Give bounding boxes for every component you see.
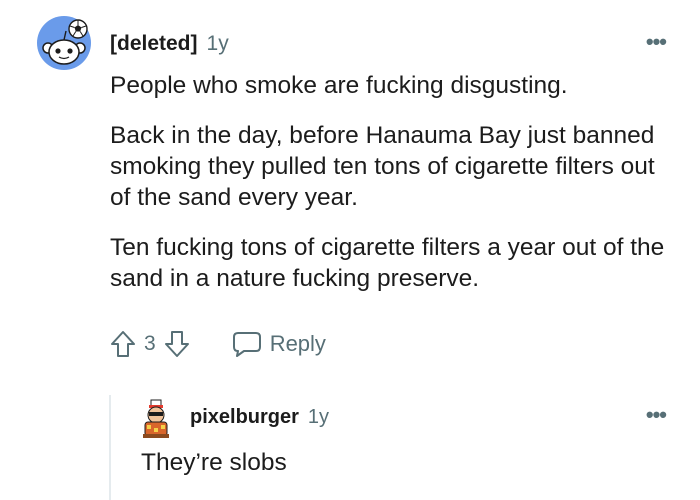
comment-username[interactable]: [deleted]: [110, 32, 198, 56]
reply-meta: pixelburger 1y: [190, 404, 329, 430]
downvote-button[interactable]: [162, 327, 192, 361]
comment-paragraph: Back in the day, before Hanauma Bay just…: [110, 122, 655, 211]
comment-thread: [deleted] 1y ••• People who smoke are fu…: [0, 0, 700, 500]
reply-button[interactable]: Reply: [232, 330, 326, 358]
vote-count: 3: [144, 332, 156, 355]
comment-actions: 3 Reply: [108, 326, 326, 362]
downvote-arrow-icon: [164, 331, 189, 357]
comment-timestamp[interactable]: 1y: [207, 32, 229, 56]
comment-paragraph: People who smoke are fucking disgusting.: [110, 72, 568, 99]
reply-timestamp[interactable]: 1y: [308, 406, 329, 429]
user-avatar[interactable]: [36, 15, 92, 71]
comment-more-options-button[interactable]: •••: [646, 31, 667, 53]
snoo-avatar-icon: [37, 16, 91, 70]
comment-paragraph: Ten fucking tons of cigarette filters a …: [110, 234, 665, 292]
pixel-avatar-icon: [143, 399, 169, 438]
upvote-button[interactable]: [108, 327, 138, 361]
reply-username[interactable]: pixelburger: [190, 406, 299, 429]
comment-meta: [deleted] 1y: [110, 30, 229, 58]
reply-more-options-button[interactable]: •••: [646, 404, 667, 426]
speech-bubble-icon: [232, 332, 261, 357]
thread-line[interactable]: [109, 395, 111, 500]
comment-body: People who smoke are fucking disgusting.…: [110, 70, 670, 313]
reply-user-avatar[interactable]: [137, 398, 175, 440]
reply-body: They’re slobs: [141, 449, 287, 476]
upvote-arrow-icon: [111, 331, 135, 357]
reply-label: Reply: [269, 331, 326, 356]
